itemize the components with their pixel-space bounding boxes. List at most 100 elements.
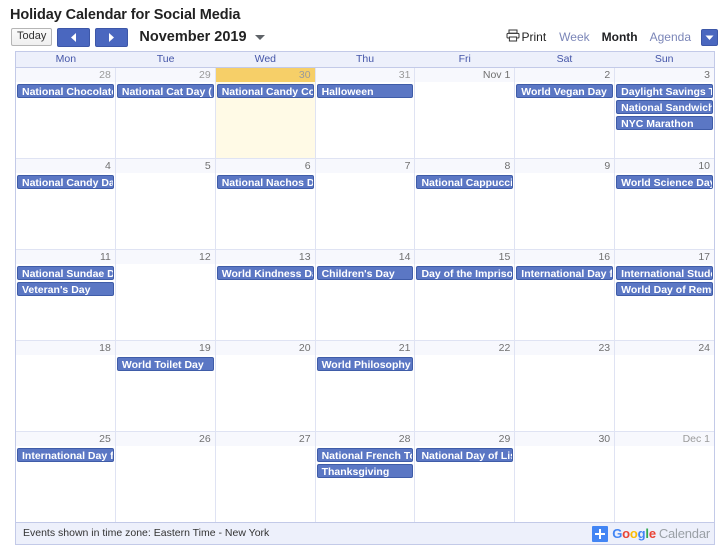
today-button[interactable]: Today	[11, 28, 53, 46]
day-number: 11	[16, 250, 115, 264]
calendar-event[interactable]: Halloween	[316, 84, 414, 98]
plus-icon[interactable]	[592, 525, 609, 542]
google-wordmark: Google	[612, 526, 656, 541]
calendar-event[interactable]: National Cappuccin	[416, 175, 514, 189]
calendar-event[interactable]: World Vegan Day	[516, 84, 614, 98]
calendar-day-cell[interactable]: 11 National Sundae D Veteran's Day	[16, 250, 116, 340]
calendar-day-cell[interactable]: 27	[215, 432, 316, 522]
calendar-day-cell[interactable]: 2 World Vegan Day	[515, 68, 616, 158]
calendar-day-cell[interactable]: 29 National Cat Day (	[115, 68, 216, 158]
day-events: Daylight Savings T National Sandwich NYC M…	[615, 82, 714, 130]
calendar-day-cell[interactable]: 7	[315, 159, 416, 249]
day-number: 6	[215, 159, 315, 173]
day-of-week-thu: Thu	[355, 53, 375, 65]
calendar-event[interactable]: National French To	[316, 448, 414, 462]
calendar-day-cell[interactable]: 21 World Philosophy D	[315, 341, 416, 431]
calendar-event[interactable]: International Stude	[616, 266, 714, 280]
day-events: Day of the Impriso	[415, 264, 514, 280]
calendar-week-row: 4 National Candy Da 5 6 National Nachos Da 7 8…	[16, 159, 715, 250]
calendar-day-cell[interactable]: 19 World Toilet Day	[115, 341, 216, 431]
calendar-day-cell[interactable]: 15 Day of the Impriso	[415, 250, 516, 340]
day-events	[615, 446, 714, 448]
calendar-day-cell[interactable]: 9	[515, 159, 616, 249]
calendar-event[interactable]: National Chocolate	[17, 84, 114, 98]
calendar-event[interactable]: International Day f	[516, 266, 614, 280]
calendar-day-cell[interactable]: 25 International Day f	[16, 432, 116, 522]
calendar-day-cell[interactable]: 31 Halloween	[315, 68, 416, 158]
calendar-day-cell[interactable]: 28 National Chocolate	[16, 68, 116, 158]
day-events: International Stude World Day of Reme	[615, 264, 714, 296]
calendar-day-cell[interactable]: 29 National Day of Lis	[415, 432, 516, 522]
tab-week[interactable]: Week	[553, 28, 595, 46]
day-number: Nov 1	[415, 68, 515, 82]
day-events: World Kindness Da	[216, 264, 315, 280]
day-number: 30	[515, 432, 615, 446]
day-events: National Nachos Da	[216, 173, 315, 189]
calendar-event[interactable]: Children's Day	[316, 266, 414, 280]
day-number: 16	[515, 250, 615, 264]
calendar-day-cell[interactable]: 17 International Stude World Day of Reme	[615, 250, 715, 340]
view-dropdown-button[interactable]	[701, 28, 718, 46]
calendar-event[interactable]: Veteran's Day	[17, 282, 114, 296]
day-events: National Candy Da	[16, 173, 115, 189]
day-of-week-tue: Tue	[156, 53, 175, 65]
calendar-week-row: 25 International Day f 26 27 28 National Fren…	[16, 432, 715, 522]
calendar-day-cell[interactable]: 10 World Science Day	[615, 159, 715, 249]
calendar-event[interactable]: World Toilet Day	[116, 357, 214, 371]
calendar-event[interactable]: National Cat Day (	[116, 84, 214, 98]
calendar-day-cell[interactable]: 3 Daylight Savings T National Sandwich NYC …	[615, 68, 715, 158]
calendar-event[interactable]: NYC Marathon	[616, 116, 714, 130]
calendar-day-cell[interactable]: Nov 1	[415, 68, 516, 158]
day-number: 7	[315, 159, 415, 173]
calendar-day-cell[interactable]: 20	[215, 341, 316, 431]
calendar-day-cell[interactable]: 16 International Day f	[515, 250, 616, 340]
calendar-day-cell[interactable]: 28 National French To Thanksgiving	[315, 432, 416, 522]
calendar-event[interactable]: World Day of Reme	[616, 282, 714, 296]
calendar-week-row: 11 National Sundae D Veteran's Day 12 13 Worl…	[16, 250, 715, 341]
next-month-button[interactable]	[95, 27, 129, 47]
calendar-day-cell[interactable]: 24	[615, 341, 715, 431]
printer-icon	[506, 29, 521, 45]
tab-month[interactable]: Month	[596, 28, 644, 46]
month-dropdown-caret-icon[interactable]	[254, 34, 265, 40]
calendar-event[interactable]: World Kindness Da	[216, 266, 314, 280]
day-of-week-fri: Fri	[458, 53, 471, 65]
google-calendar-badge[interactable]: Google Calendar	[592, 525, 710, 542]
calendar-event[interactable]: Day of the Impriso	[416, 266, 514, 280]
calendar-day-cell[interactable]: 23	[515, 341, 616, 431]
calendar-day-cell[interactable]: 8 National Cappuccin	[415, 159, 516, 249]
calendar-event[interactable]: National Nachos Da	[216, 175, 314, 189]
day-number: 13	[215, 250, 315, 264]
calendar-day-cell[interactable]: 22	[415, 341, 516, 431]
calendar-event[interactable]: National Candy Co	[216, 84, 314, 98]
calendar-event[interactable]: Thanksgiving	[316, 464, 414, 478]
calendar-event[interactable]: World Philosophy D	[316, 357, 414, 371]
calendar-day-cell[interactable]: 6 National Nachos Da	[215, 159, 316, 249]
day-number: 9	[515, 159, 615, 173]
calendar-event[interactable]: National Sandwich	[616, 100, 714, 114]
calendar-event[interactable]: National Candy Da	[17, 175, 114, 189]
calendar-event[interactable]: Daylight Savings T	[616, 84, 714, 98]
calendar-day-cell[interactable]: 30	[515, 432, 616, 522]
calendar-event[interactable]: National Day of Lis	[416, 448, 514, 462]
calendar-day-cell[interactable]: 12	[115, 250, 216, 340]
calendar-event[interactable]: World Science Day	[616, 175, 714, 189]
calendar-wordmark: Calendar	[658, 526, 710, 541]
calendar-day-cell[interactable]: Dec 1	[615, 432, 715, 522]
calendar-event[interactable]: National Sundae D	[17, 266, 114, 280]
calendar-day-cell[interactable]: 18	[16, 341, 116, 431]
previous-month-button[interactable]	[57, 27, 91, 47]
print-button[interactable]: Print	[506, 29, 546, 45]
tab-agenda[interactable]: Agenda	[644, 28, 697, 46]
day-number: 21	[315, 341, 415, 355]
calendar-day-cell[interactable]: 14 Children's Day	[315, 250, 416, 340]
calendar-day-cell[interactable]: 4 National Candy Da	[16, 159, 116, 249]
calendar-day-cell[interactable]: 5	[115, 159, 216, 249]
day-events	[615, 355, 714, 357]
calendar-day-cell[interactable]: 13 World Kindness Da	[215, 250, 316, 340]
day-of-week-sun: Sun	[654, 53, 674, 65]
day-number: 10	[615, 159, 715, 173]
calendar-day-cell[interactable]: 30 National Candy Co	[215, 68, 316, 158]
calendar-day-cell[interactable]: 26	[115, 432, 216, 522]
calendar-event[interactable]: International Day f	[17, 448, 114, 462]
